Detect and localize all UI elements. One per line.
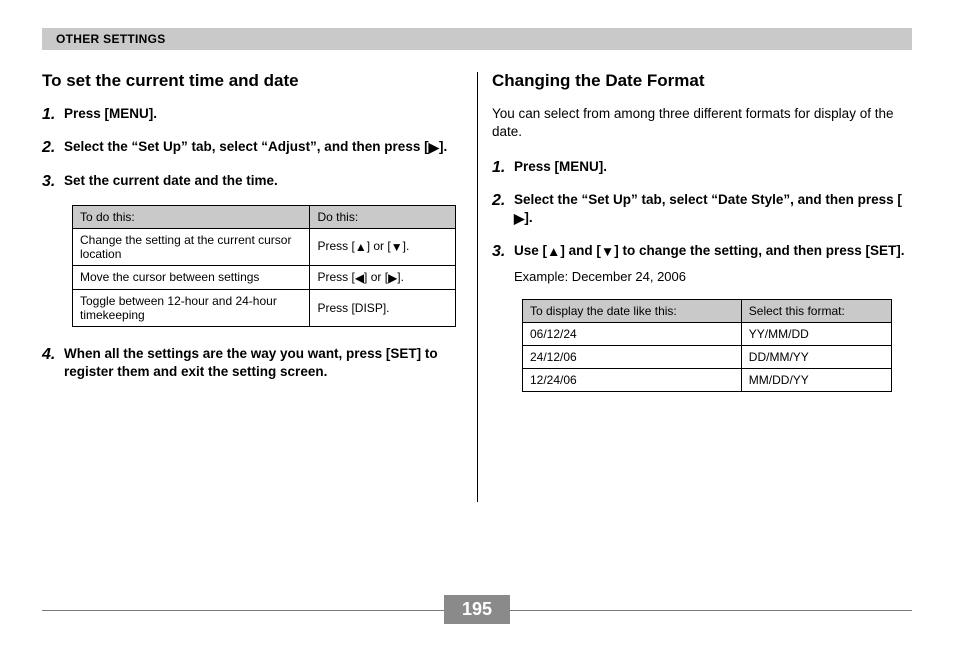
page-number: 195 (444, 595, 510, 624)
triangle-right-icon: ▶ (429, 139, 439, 157)
step-number: 4. (42, 345, 64, 364)
step-text: Press [MENU]. (514, 158, 607, 176)
table-cell: Press [◀] or [▶]. (310, 265, 456, 289)
table-row: 24/12/06 DD/MM/YY (523, 346, 892, 369)
table-cell: Move the cursor between settings (73, 265, 310, 289)
triangle-right-icon: ▶ (388, 271, 397, 285)
two-column-layout: To set the current time and date 1. Pres… (42, 70, 912, 410)
step-number: 3. (42, 172, 64, 191)
page-footer: 195 (42, 595, 912, 624)
table-row: 12/24/06 MM/DD/YY (523, 369, 892, 392)
right-intro-text: You can select from among three differen… (492, 105, 912, 141)
table-header-cell: Select this format: (741, 300, 891, 323)
step-item: 2. Select the “Set Up” tab, select “Date… (492, 191, 912, 228)
table-cell: Press [DISP]. (310, 289, 456, 326)
table-header-cell: To display the date like this: (523, 300, 742, 323)
left-heading: To set the current time and date (42, 70, 462, 91)
step-text: Press [MENU]. (64, 105, 157, 123)
table-cell: MM/DD/YY (741, 369, 891, 392)
step-item: 3. Set the current date and the time. (42, 172, 462, 191)
step-text: Set the current date and the time. (64, 172, 278, 190)
step-item: 2. Select the “Set Up” tab, select “Adju… (42, 138, 462, 157)
time-actions-table: To do this: Do this: Change the setting … (72, 205, 456, 327)
table-cell: Toggle between 12-hour and 24-hour timek… (73, 289, 310, 326)
triangle-down-icon: ▼ (391, 240, 403, 254)
step-text: Use [▲] and [▼] to change the setting, a… (514, 242, 905, 285)
right-steps-list: 1. Press [MENU]. 2. Select the “Set Up” … (492, 158, 912, 285)
step-number: 2. (492, 191, 514, 210)
table-row: 06/12/24 YY/MM/DD (523, 323, 892, 346)
section-header-text: OTHER SETTINGS (42, 32, 166, 46)
date-format-table: To display the date like this: Select th… (522, 299, 892, 392)
table-cell: Press [▲] or [▼]. (310, 228, 456, 265)
step-item: 1. Press [MENU]. (42, 105, 462, 124)
left-column: To set the current time and date 1. Pres… (42, 70, 472, 410)
column-divider (477, 72, 478, 502)
table-row: Change the setting at the current cursor… (73, 228, 456, 265)
table-header-cell: Do this: (310, 205, 456, 228)
table-cell: YY/MM/DD (741, 323, 891, 346)
triangle-right-icon: ▶ (514, 210, 524, 228)
right-column: Changing the Date Format You can select … (492, 70, 912, 410)
step-number: 3. (492, 242, 514, 261)
step-number: 1. (42, 105, 64, 124)
table-cell: 12/24/06 (523, 369, 742, 392)
triangle-left-icon: ◀ (355, 271, 364, 285)
section-header-bar: OTHER SETTINGS (42, 28, 912, 50)
step-text: Select the “Set Up” tab, select “Adjust”… (64, 138, 447, 157)
right-heading: Changing the Date Format (492, 70, 912, 91)
step-text: When all the settings are the way you wa… (64, 345, 462, 381)
table-cell: Change the setting at the current cursor… (73, 228, 310, 265)
step-item: 3. Use [▲] and [▼] to change the setting… (492, 242, 912, 285)
step-item: 4. When all the settings are the way you… (42, 345, 462, 381)
table-cell: DD/MM/YY (741, 346, 891, 369)
step-number: 1. (492, 158, 514, 177)
triangle-up-icon: ▲ (355, 240, 367, 254)
manual-page: OTHER SETTINGS To set the current time a… (42, 0, 912, 646)
step-item: 1. Press [MENU]. (492, 158, 912, 177)
table-header-cell: To do this: (73, 205, 310, 228)
left-steps-list: 1. Press [MENU]. 2. Select the “Set Up” … (42, 105, 462, 191)
triangle-up-icon: ▲ (547, 243, 560, 261)
step-text: Select the “Set Up” tab, select “Date St… (514, 191, 912, 228)
table-cell: 24/12/06 (523, 346, 742, 369)
table-row: Move the cursor between settings Press [… (73, 265, 456, 289)
step-example-text: Example: December 24, 2006 (514, 268, 905, 286)
table-header-row: To do this: Do this: (73, 205, 456, 228)
step-number: 2. (42, 138, 64, 157)
left-steps-list-cont: 4. When all the settings are the way you… (42, 345, 462, 381)
table-cell: 06/12/24 (523, 323, 742, 346)
triangle-down-icon: ▼ (601, 243, 614, 261)
table-row: Toggle between 12-hour and 24-hour timek… (73, 289, 456, 326)
table-header-row: To display the date like this: Select th… (523, 300, 892, 323)
